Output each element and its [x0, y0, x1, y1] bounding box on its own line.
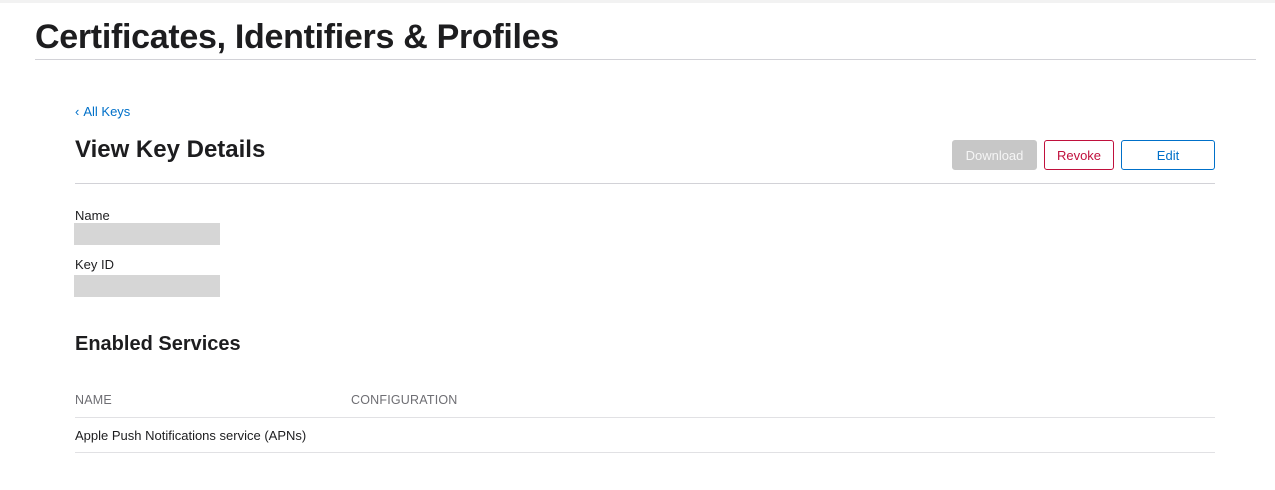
key-id-label: Key ID	[75, 257, 115, 272]
key-id-value-redacted	[74, 275, 220, 297]
column-header-configuration: CONFIGURATION	[351, 393, 458, 407]
page-title: Certificates, Identifiers & Profiles	[35, 18, 559, 56]
edit-button[interactable]: Edit	[1121, 140, 1215, 170]
name-value-redacted	[74, 223, 220, 245]
table-row-service-name: Apple Push Notifications service (APNs)	[75, 428, 307, 443]
chevron-left-icon: ‹	[75, 104, 80, 119]
table-row-divider	[75, 452, 1215, 453]
section-divider	[75, 183, 1215, 184]
revoke-button[interactable]: Revoke	[1044, 140, 1114, 170]
download-button[interactable]: Download	[952, 140, 1037, 170]
all-keys-link[interactable]: ‹ All Keys	[75, 104, 130, 119]
all-keys-link-label: All Keys	[83, 104, 131, 119]
name-label: Name	[75, 208, 110, 223]
top-rule	[0, 0, 1275, 3]
enabled-services-title: Enabled Services	[75, 333, 241, 355]
view-key-details-title: View Key Details	[75, 136, 266, 163]
table-header-divider	[75, 417, 1215, 418]
column-header-name: NAME	[75, 393, 112, 407]
title-divider	[35, 59, 1256, 60]
